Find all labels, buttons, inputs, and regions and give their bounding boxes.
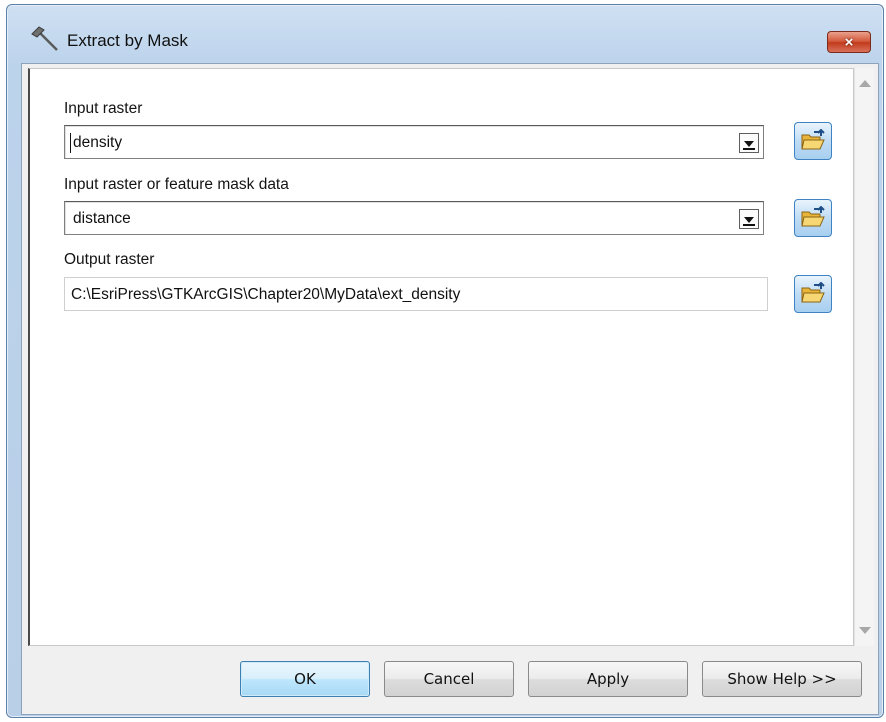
open-folder-icon xyxy=(801,282,825,303)
open-folder-icon xyxy=(801,206,825,227)
mask-data-value: distance xyxy=(73,210,131,227)
tool-dialog-window: Extract by Mask × Input raster density I… xyxy=(6,4,884,718)
parameters-pane: Input raster density Input raster or fea… xyxy=(28,68,854,646)
input-raster-dropdown[interactable]: density xyxy=(64,125,764,159)
ok-button[interactable]: OK xyxy=(240,661,370,697)
title-bar[interactable]: Extract by Mask × xyxy=(7,5,883,67)
output-raster-value: C:\EsriPress\GTKArcGIS\Chapter20\MyData\… xyxy=(71,286,461,303)
vertical-scrollbar[interactable] xyxy=(854,68,874,646)
input-raster-value: density xyxy=(73,134,123,151)
output-raster-label: Output raster xyxy=(64,251,155,268)
scroll-up-icon[interactable] xyxy=(859,80,871,87)
apply-button[interactable]: Apply xyxy=(528,661,688,697)
hammer-icon xyxy=(31,25,61,53)
mask-data-browse-button[interactable] xyxy=(794,199,832,237)
input-raster-browse-button[interactable] xyxy=(794,122,832,160)
cancel-button[interactable]: Cancel xyxy=(384,661,514,697)
show-help-button[interactable]: Show Help >> xyxy=(702,661,862,697)
mask-data-label: Input raster or feature mask data xyxy=(64,176,289,193)
text-caret xyxy=(70,133,71,153)
chevron-down-icon[interactable] xyxy=(739,133,759,153)
close-icon: × xyxy=(844,33,854,51)
open-folder-icon xyxy=(801,129,825,150)
output-raster-browse-button[interactable] xyxy=(794,275,832,313)
dialog-body: Input raster density Input raster or fea… xyxy=(21,63,879,715)
input-raster-label: Input raster xyxy=(64,100,143,117)
output-raster-input[interactable]: C:\EsriPress\GTKArcGIS\Chapter20\MyData\… xyxy=(64,277,768,311)
window-title: Extract by Mask xyxy=(67,31,188,50)
scroll-down-icon[interactable] xyxy=(859,627,871,634)
close-button[interactable]: × xyxy=(827,31,871,53)
chevron-down-icon[interactable] xyxy=(739,209,759,229)
mask-data-dropdown[interactable]: distance xyxy=(64,201,764,235)
